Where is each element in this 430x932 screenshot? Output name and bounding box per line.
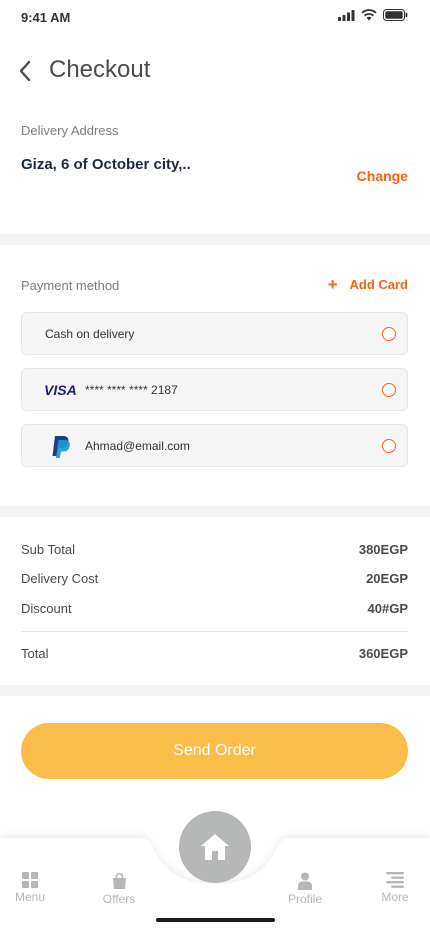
summary-label: Sub Total: [21, 541, 75, 557]
payment-option-visa[interactable]: VISA **** **** **** 2187: [21, 368, 408, 411]
status-bar: 9:41 AM: [0, 0, 430, 34]
payment-option-paypal[interactable]: Ahmad@email.com: [21, 424, 408, 467]
status-icons: [338, 9, 408, 21]
summary-value: 40#GP: [367, 600, 408, 616]
payment-option-cash[interactable]: Cash on delivery: [21, 312, 408, 355]
summary-row-delivery-cost: Delivery Cost 20EGP: [21, 568, 408, 588]
paypal-icon: [52, 436, 70, 458]
radio-button[interactable]: [382, 439, 396, 453]
nav-item-more[interactable]: More: [365, 872, 425, 904]
menu-lines-icon: [386, 872, 404, 888]
send-order-button[interactable]: Send Order: [21, 723, 408, 779]
summary-row-discount: Discount 40#GP: [21, 598, 408, 618]
nav-item-menu[interactable]: Menu: [0, 872, 60, 904]
summary-label: Delivery Cost: [21, 570, 99, 586]
page-title: Checkout: [49, 56, 151, 83]
home-icon: [201, 834, 229, 860]
summary-row-subtotal: Sub Total 380EGP: [21, 539, 408, 559]
user-icon: [298, 872, 312, 890]
summary-value: 380EGP: [358, 541, 408, 557]
payment-option-label: **** **** **** 2187: [85, 383, 178, 397]
delivery-address-label: Delivery Address: [21, 123, 119, 138]
nav-item-profile[interactable]: Profile: [275, 872, 335, 906]
payment-option-label: Ahmad@email.com: [85, 439, 190, 453]
shopping-bag-icon: [112, 872, 126, 889]
summary-divider: [21, 631, 408, 632]
summary-row-total: Total 360EGP: [21, 643, 408, 663]
radio-button[interactable]: [382, 383, 396, 397]
delivery-address-value: Giza, 6 of October city,..: [21, 156, 191, 173]
header: Checkout: [0, 50, 430, 92]
signal-icon: [338, 9, 355, 21]
visa-icon: VISA: [44, 382, 77, 398]
home-indicator: [156, 918, 275, 922]
add-card-button[interactable]: + Add Card: [327, 274, 409, 294]
add-card-label: Add Card: [349, 277, 409, 292]
payment-method-label: Payment method: [21, 278, 120, 293]
chevron-left-icon: [19, 60, 31, 82]
summary-value: 20EGP: [366, 570, 408, 586]
section-divider: [0, 506, 430, 517]
status-time: 9:41 AM: [21, 10, 71, 25]
nav-label: Menu: [14, 890, 46, 904]
summary-label: Discount: [21, 600, 72, 616]
total-label: Total: [21, 645, 49, 661]
payment-option-label: Cash on delivery: [45, 327, 135, 341]
back-button[interactable]: [16, 58, 36, 84]
wifi-icon: [361, 9, 377, 21]
nav-label: More: [381, 890, 409, 904]
section-divider: [0, 234, 430, 245]
svg-text:VISA: VISA: [44, 382, 77, 398]
nav-label: Profile: [287, 892, 322, 906]
grid-icon: [22, 872, 38, 888]
radio-button[interactable]: [382, 327, 396, 341]
nav-label: Offers: [102, 892, 136, 906]
plus-icon: +: [327, 274, 338, 294]
section-divider: [0, 685, 430, 696]
total-value: 360EGP: [358, 645, 408, 661]
home-button[interactable]: [179, 811, 251, 883]
change-address-button[interactable]: Change: [357, 168, 408, 184]
battery-icon: [383, 9, 408, 21]
nav-item-offers[interactable]: Offers: [89, 872, 149, 906]
